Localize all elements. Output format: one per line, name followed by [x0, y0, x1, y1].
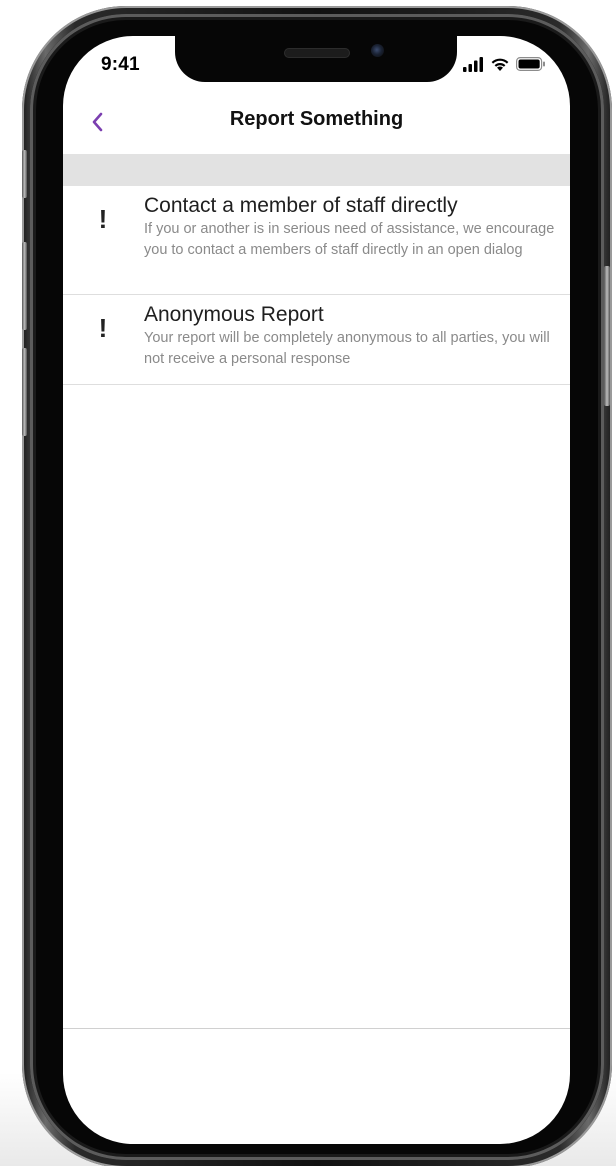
- exclamation-icon: !: [98, 204, 108, 234]
- phone-screen: 9:41 Report Something ! Contact a member…: [63, 36, 570, 1144]
- volume-up-button: [22, 242, 27, 330]
- option-title: Anonymous Report: [144, 303, 324, 326]
- wifi-icon: [491, 58, 509, 71]
- speaker-grille: [284, 48, 350, 58]
- option-contact-staff[interactable]: ! Contact a member of staff directly If …: [63, 186, 570, 295]
- option-title: Contact a member of staff directly: [144, 194, 458, 217]
- volume-down-button: [22, 348, 27, 436]
- signal-icon: [463, 57, 483, 72]
- device-mockup: 9:41 Report Something ! Contact a member…: [0, 0, 616, 1166]
- bottom-divider: [63, 1028, 570, 1029]
- option-anonymous-report[interactable]: ! Anonymous Report Your report will be c…: [63, 295, 570, 385]
- option-description: Your report will be completely anonymous…: [144, 330, 550, 367]
- status-icons: [463, 55, 549, 73]
- battery-icon: [516, 57, 545, 71]
- page-title: Report Something: [229, 108, 404, 130]
- front-camera: [371, 44, 384, 57]
- exclamation-icon: !: [98, 313, 108, 343]
- section-header: [63, 154, 570, 186]
- option-description: If you or another is in serious need of …: [144, 221, 555, 258]
- power-button: [604, 266, 610, 406]
- mute-switch: [22, 150, 27, 198]
- status-time: 9:41: [101, 54, 140, 75]
- notch: [175, 36, 457, 82]
